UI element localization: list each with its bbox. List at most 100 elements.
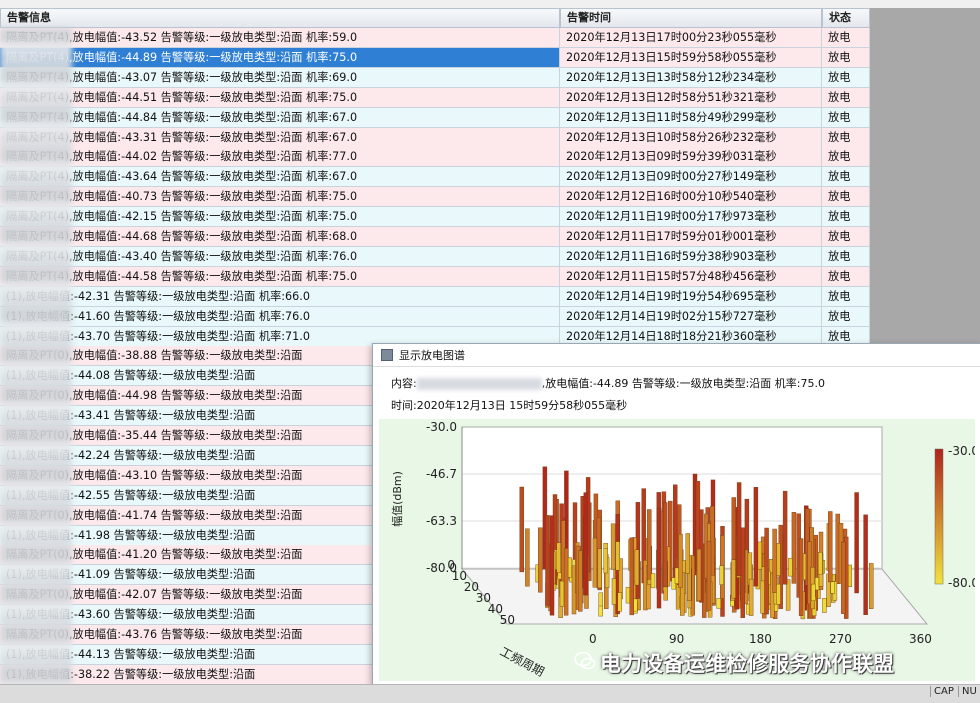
- chart-bar: [615, 541, 620, 571]
- alarm-time-cell: 2020年12月11日17时59分01秒001毫秒: [560, 227, 822, 247]
- phase-tick-label: 360: [909, 632, 932, 646]
- alarm-time-cell: 2020年12月13日12时58分51秒321毫秒: [560, 87, 822, 108]
- empty-pane: [870, 8, 980, 348]
- z-tick-label: -63.3: [426, 514, 457, 528]
- status-cell: 放电: [822, 47, 870, 68]
- table-row[interactable]: 隔离及PT(4),放电幅值:-44.58 告警等级:一级放电类型:沿面 机率:7…: [0, 266, 870, 287]
- colorbar-max-label: -30.0: [948, 444, 975, 458]
- header-status[interactable]: 状态: [822, 8, 870, 28]
- alarm-info-cell: 隔离及PT(4),放电幅值:-43.52 告警等级:一级放电类型:沿面 机率:5…: [0, 28, 560, 48]
- table-row[interactable]: 隔离及PT(4),放电幅值:-43.40 告警等级:一级放电类型:沿面 机率:7…: [0, 246, 870, 267]
- chart-bar: [545, 515, 550, 607]
- chart-bar: [782, 490, 788, 585]
- alarm-info-cell: 隔离及PT(4),放电幅值:-43.31 告警等级:一级放电类型:沿面 机率:6…: [0, 127, 560, 148]
- status-cell: 放电: [822, 187, 870, 208]
- chart-bar: [538, 527, 543, 593]
- chart-bar: [583, 492, 589, 596]
- alarm-time-cell: 2020年12月13日17时00分23秒055毫秒: [560, 28, 822, 48]
- chart-bar: [830, 581, 835, 594]
- content-label: 内容:: [391, 377, 417, 390]
- chart-bar: [611, 578, 617, 605]
- table-row[interactable]: 隔离及PT(4),放电幅值:-42.15 告警等级:一级放电类型:沿面 机率:7…: [0, 207, 870, 228]
- phase-tick-label: 90: [669, 632, 684, 646]
- alarm-time-cell: 2020年12月13日10时58分26秒232毫秒: [560, 127, 822, 148]
- chart-bar: [736, 482, 742, 577]
- status-cell: 放电: [822, 67, 870, 88]
- chart-bar: [525, 528, 530, 587]
- popup-content-line: 内容: ,放电幅值:-44.89 告警等级:一级放电类型:沿面 机率:75.0: [391, 375, 825, 391]
- wechat-icon: [574, 651, 596, 670]
- alarm-time-cell: 2020年12月12日16时00分10秒540毫秒: [560, 187, 822, 208]
- status-cell: 放电: [822, 28, 870, 48]
- table-row[interactable]: (1),放电幅值:-42.31 告警等级:一级放电类型:沿面 机率:66.0 20…: [0, 286, 870, 307]
- alarm-info-cell: 隔离及PT(4),放电幅值:-42.15 告警等级:一级放电类型:沿面 机率:7…: [0, 207, 560, 228]
- z-tick-label: -46.7: [426, 467, 457, 481]
- table-row[interactable]: 隔离及PT(4),放电幅值:-44.89 告警等级:一级放电类型:沿面 机率:7…: [0, 47, 870, 68]
- numlock-indicator: NU: [958, 686, 977, 697]
- chart-bar: [863, 514, 868, 616]
- status-cell: 放电: [822, 127, 870, 148]
- chart-bar: [625, 587, 631, 604]
- alarm-time-cell: 2020年12月11日19时00分17秒973毫秒: [560, 207, 822, 228]
- status-bar: [0, 684, 980, 703]
- phase-tick-label: 180: [749, 632, 772, 646]
- chart-bar: [563, 548, 569, 616]
- alarm-time-cell: 2020年12月14日19时02分15秒727毫秒: [560, 306, 822, 327]
- table-row[interactable]: 隔离及PT(4),放电幅值:-40.73 告警等级:一级放电类型:沿面 机率:7…: [0, 187, 870, 208]
- chart-bar: [650, 573, 656, 589]
- header-alarm-info[interactable]: 告警信息: [0, 8, 560, 28]
- chart-bar: [788, 558, 793, 577]
- table-row[interactable]: 隔离及PT(4),放电幅值:-44.68 告警等级:一级放电类型:沿面 机率:6…: [0, 227, 870, 247]
- table-row[interactable]: 隔离及PT(4),放电幅值:-44.02 告警等级:一级放电类型:沿面 机率:7…: [0, 147, 870, 168]
- status-cell: 放电: [822, 266, 870, 287]
- chart-bar: [634, 549, 640, 586]
- header-alarm-time[interactable]: 告警时间: [560, 8, 822, 28]
- table-row[interactable]: (1),放电幅值:-41.60 告警等级:一级放电类型:沿面 机率:76.0 20…: [0, 306, 870, 327]
- chart-bar: [719, 565, 724, 585]
- table-row[interactable]: 隔离及PT(4),放电幅值:-43.52 告警等级:一级放电类型:沿面 机率:5…: [0, 28, 870, 48]
- chart-bar: [598, 605, 603, 617]
- chart-bar: [656, 507, 662, 609]
- watermark-text: 电力设备运维检修服务协作联盟: [600, 652, 894, 676]
- chart-bar: [822, 597, 827, 613]
- table-row[interactable]: 隔离及PT(4),放电幅值:-44.84 告警等级:一级放电类型:沿面 机率:6…: [0, 107, 870, 128]
- popup-titlebar[interactable]: 显示放电图谱: [373, 344, 980, 367]
- chart-bar: [798, 538, 804, 616]
- alarm-info-cell: (1),放电幅值:-41.60 告警等级:一级放电类型:沿面 机率:76.0: [0, 306, 560, 327]
- alarm-info-cell: (1),放电幅值:-42.31 告警等级:一级放电类型:沿面 机率:66.0: [0, 286, 560, 307]
- chart-bar: [629, 537, 635, 616]
- table-row[interactable]: 隔离及PT(4),放电幅值:-43.07 告警等级:一级放电类型:沿面 机率:6…: [0, 67, 870, 88]
- caps-indicator: CAP: [930, 686, 954, 697]
- alarm-time-cell: 2020年12月13日15时59分58秒055毫秒: [560, 47, 822, 68]
- colorbar: [934, 448, 944, 585]
- status-cell: 放电: [822, 306, 870, 327]
- chart-area: -30.0 -46.7 -63.3 -80.0 幅值(dBm) 0 10 20 30 40 50 工频…: [379, 419, 979, 681]
- alarm-info-cell: 隔离及PT(4),放电幅值:-43.07 告警等级:一级放电类型:沿面 机率:6…: [0, 67, 560, 88]
- phase-tick-label: 270: [829, 632, 852, 646]
- chart-bar: [663, 502, 668, 588]
- alarm-info-cell: 隔离及PT(4),放电幅值:-44.58 告警等级:一级放电类型:沿面 机率:7…: [0, 266, 560, 287]
- alarm-time-cell: 2020年12月13日09时00分27秒149毫秒: [560, 167, 822, 188]
- status-cell: 放电: [822, 147, 870, 168]
- redacted-column: [0, 28, 72, 700]
- chart-bar: [748, 578, 754, 616]
- chart-bar: [757, 541, 762, 570]
- chart-bar: [578, 550, 583, 612]
- alarm-info-cell: 隔离及PT(4),放电幅值:-44.68 告警等级:一级放电类型:沿面 机率:6…: [0, 227, 560, 247]
- status-cell: 放电: [822, 227, 870, 247]
- chart-bar: [610, 523, 616, 570]
- alarm-time-cell: 2020年12月13日11时58分49秒299毫秒: [560, 107, 822, 128]
- chart-bar: [753, 486, 759, 587]
- table-row[interactable]: 隔离及PT(4),放电幅值:-43.31 告警等级:一级放电类型:沿面 机率:6…: [0, 127, 870, 148]
- alarm-info-cell: 隔离及PT(4),放电幅值:-44.84 告警等级:一级放电类型:沿面 机率:6…: [0, 107, 560, 128]
- popup-time-line: 时间:2020年12月13日 15时59分58秒055毫秒: [391, 399, 628, 412]
- alarm-info-cell: 隔离及PT(4),放电幅值:-43.64 告警等级:一级放电类型:沿面 机率:6…: [0, 167, 560, 188]
- popup-title: 显示放电图谱: [399, 349, 465, 362]
- chart-bar: [647, 509, 652, 580]
- table-row[interactable]: 隔离及PT(4),放电幅值:-44.51 告警等级:一级放电类型:沿面 机率:7…: [0, 87, 870, 108]
- table-row[interactable]: 隔离及PT(4),放电幅值:-43.64 告警等级:一级放电类型:沿面 机率:6…: [0, 167, 870, 188]
- alarm-time-cell: 2020年12月13日09时59分39秒031毫秒: [560, 147, 822, 168]
- chart-bar: [592, 537, 598, 588]
- phase-tick-label: 0: [589, 632, 597, 646]
- chart-bar: [706, 540, 712, 611]
